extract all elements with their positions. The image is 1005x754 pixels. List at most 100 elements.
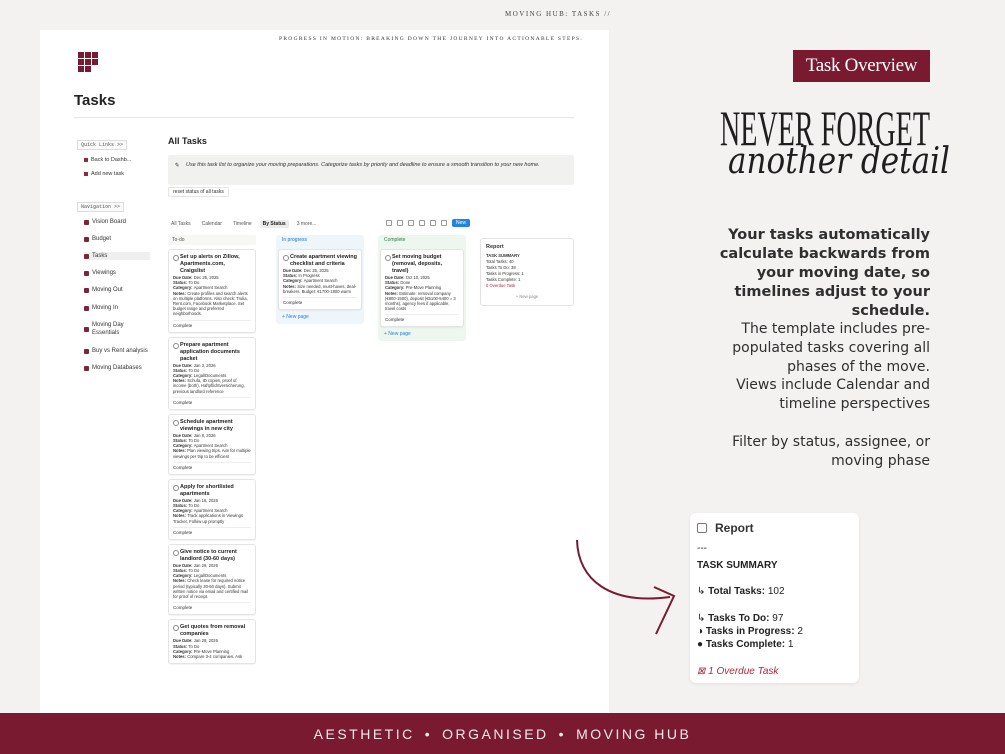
description-1: Your tasks automatically calculate backw… xyxy=(719,227,930,319)
task-overview-banner: Task Overview xyxy=(793,50,930,82)
more-icon[interactable] xyxy=(441,220,447,226)
nav-tasks[interactable]: Tasks xyxy=(84,252,150,260)
view-tabs: All Tasks Calendar Timeline By Status 3 … xyxy=(168,219,319,229)
column-header: Complete xyxy=(384,237,406,243)
task-card[interactable]: Create apartment viewing checklist and c… xyxy=(278,249,362,311)
nav-budget[interactable]: Budget xyxy=(84,235,150,243)
new-page-button[interactable]: + New page xyxy=(486,294,568,300)
tab-more[interactable]: 3 more... xyxy=(294,220,320,228)
complete-button[interactable]: Complete xyxy=(173,319,251,328)
card-title: Set up alerts on Zillow, Apartments.com,… xyxy=(173,254,251,275)
callout: ✎ Use this task list to organize your mov… xyxy=(168,155,574,185)
budget-icon xyxy=(84,236,89,242)
nav-label: Budget xyxy=(92,236,112,242)
nav-label: Viewings xyxy=(92,270,116,276)
tasks-icon xyxy=(84,253,89,259)
sort-icon[interactable] xyxy=(397,220,403,226)
nav-label: Moving In xyxy=(92,305,119,311)
nav-viewings[interactable]: Viewings xyxy=(84,269,150,277)
quick-links-title: Quick Links >> xyxy=(77,140,128,150)
new-button[interactable]: New xyxy=(452,219,471,227)
tetris-logo-icon xyxy=(78,52,98,72)
card-notes: Notes: Create profiles and search alerts… xyxy=(173,290,248,317)
essentials-icon xyxy=(84,326,89,332)
nav-moving-in[interactable]: Moving In xyxy=(84,304,150,312)
reset-status-button[interactable]: reset status of all tasks xyxy=(168,187,229,197)
nav-moving-out[interactable]: Moving Out xyxy=(84,286,150,294)
complete-button[interactable]: Complete xyxy=(173,526,251,535)
tab-by-status[interactable]: By Status xyxy=(259,220,289,228)
page-title: Tasks xyxy=(74,92,116,109)
expand-icon[interactable] xyxy=(430,220,436,226)
card-notes: Notes: Estimate: removal company (€800-1… xyxy=(385,290,456,312)
report-card-small[interactable]: Report TASK SUMMARY Total Tasks: 40 Task… xyxy=(480,238,574,306)
headline-line-2: another detail xyxy=(728,141,950,182)
report-complete-line: ● Tasks Complete: 1 xyxy=(697,639,794,650)
link-label: Back to Dashb... xyxy=(91,157,132,163)
tab-all-tasks[interactable]: All Tasks xyxy=(168,220,194,228)
card-notes: Notes: Schufa, ID copies, proof of incom… xyxy=(173,378,245,394)
board-column-todo: To-do Set up alerts on Zillow, Apartment… xyxy=(168,235,256,665)
callout-text: Use this task list to organize your movi… xyxy=(186,162,540,168)
task-card[interactable]: Apply for shortlisted apartments Due Dat… xyxy=(168,478,256,540)
description-2: The template includes pre-populated task… xyxy=(732,321,930,375)
nav-moving-databases[interactable]: Moving Databases xyxy=(84,364,150,372)
plus-icon xyxy=(84,172,88,176)
card-title: Get quotes from removal companies xyxy=(173,624,251,638)
lightning-icon[interactable] xyxy=(408,220,414,226)
report-overdue: 0 Overdue Task xyxy=(486,283,516,288)
board-column-complete: Complete Set moving budget (removal, dep… xyxy=(378,235,466,342)
card-notes: Notes: Size needed, must-haves, deal-bre… xyxy=(283,283,357,294)
nav-label: Moving Day Essentials xyxy=(92,322,124,336)
complete-button[interactable]: Complete xyxy=(283,297,357,305)
task-card[interactable]: Get quotes from removal companies Due Da… xyxy=(168,619,256,665)
complete-button[interactable]: Complete xyxy=(173,461,251,470)
task-card[interactable]: Prepare apartment application documents … xyxy=(168,336,256,410)
report-icon xyxy=(697,523,707,533)
nav-vision-board[interactable]: Vision Board xyxy=(84,218,150,226)
report-total-line: ↳ Total Tasks: 102 xyxy=(697,586,785,597)
filter-icon[interactable] xyxy=(386,220,392,226)
footer-moving-hub: MOVING HUB xyxy=(576,725,692,742)
tab-timeline[interactable]: Timeline xyxy=(230,220,255,228)
nav-buy-vs-rent[interactable]: Buy vs Rent analysis xyxy=(84,347,150,355)
nav-label: Moving Out xyxy=(92,287,123,293)
moving-in-icon xyxy=(84,305,89,311)
card-notes: Notes: Check lease for required notice p… xyxy=(173,578,249,600)
column-header: To-do xyxy=(168,235,256,245)
divider xyxy=(74,117,574,118)
footer-separator: • xyxy=(424,725,433,742)
complete-button[interactable]: Complete xyxy=(173,602,251,610)
back-to-dashboard-link[interactable]: Back to Dashb... xyxy=(84,157,152,163)
footer-aesthetic: AESTHETIC xyxy=(313,725,415,742)
footer-separator: • xyxy=(558,725,567,742)
footer-organised: ORGANISED xyxy=(442,725,549,742)
task-card[interactable]: Set moving budget (removal, deposits, tr… xyxy=(380,249,464,328)
top-label: MOVING HUB: TASKS // xyxy=(505,10,612,18)
task-card[interactable]: Give notice to current landlord (30-60 d… xyxy=(168,543,256,616)
database-icon xyxy=(84,365,89,371)
new-page-button[interactable]: + New page xyxy=(380,331,464,337)
complete-button[interactable]: Complete xyxy=(385,314,459,322)
card-notes: Notes: Compare 3-4 companies. Ask xyxy=(173,653,243,659)
back-icon xyxy=(84,158,88,162)
link-label: Add new task xyxy=(91,171,125,177)
description-4: Filter by status, assignee, or moving ph… xyxy=(732,434,930,469)
complete-button[interactable]: Complete xyxy=(173,396,251,405)
task-card[interactable]: Schedule apartment viewings in new city … xyxy=(168,413,256,475)
column-header: In progress xyxy=(282,237,308,243)
curved-arrow-icon xyxy=(576,539,676,635)
card-title: Schedule apartment viewings in new city xyxy=(173,419,251,433)
report-todo-line: ↳ Tasks To Do: 97 xyxy=(697,613,784,624)
description-3: Views include Calendar and timeline pers… xyxy=(736,377,930,412)
task-card[interactable]: Set up alerts on Zillow, Apartments.com,… xyxy=(168,249,256,333)
card-title: Give notice to current landlord (30-60 d… xyxy=(173,549,251,563)
tab-calendar[interactable]: Calendar xyxy=(199,220,225,228)
add-new-task-link[interactable]: Add new task xyxy=(84,171,152,177)
new-page-button[interactable]: + New page xyxy=(278,314,362,320)
search-icon[interactable] xyxy=(419,220,425,226)
nav-label: Buy vs Rent analysis xyxy=(92,348,148,354)
report-card-detail: Report --- TASK SUMMARY ↳ Total Tasks: 1… xyxy=(690,513,859,683)
nav-moving-day-essentials[interactable]: Moving Day Essentials xyxy=(84,321,150,337)
footer-banner: AESTHETIC • ORGANISED • MOVING HUB xyxy=(0,713,1005,754)
